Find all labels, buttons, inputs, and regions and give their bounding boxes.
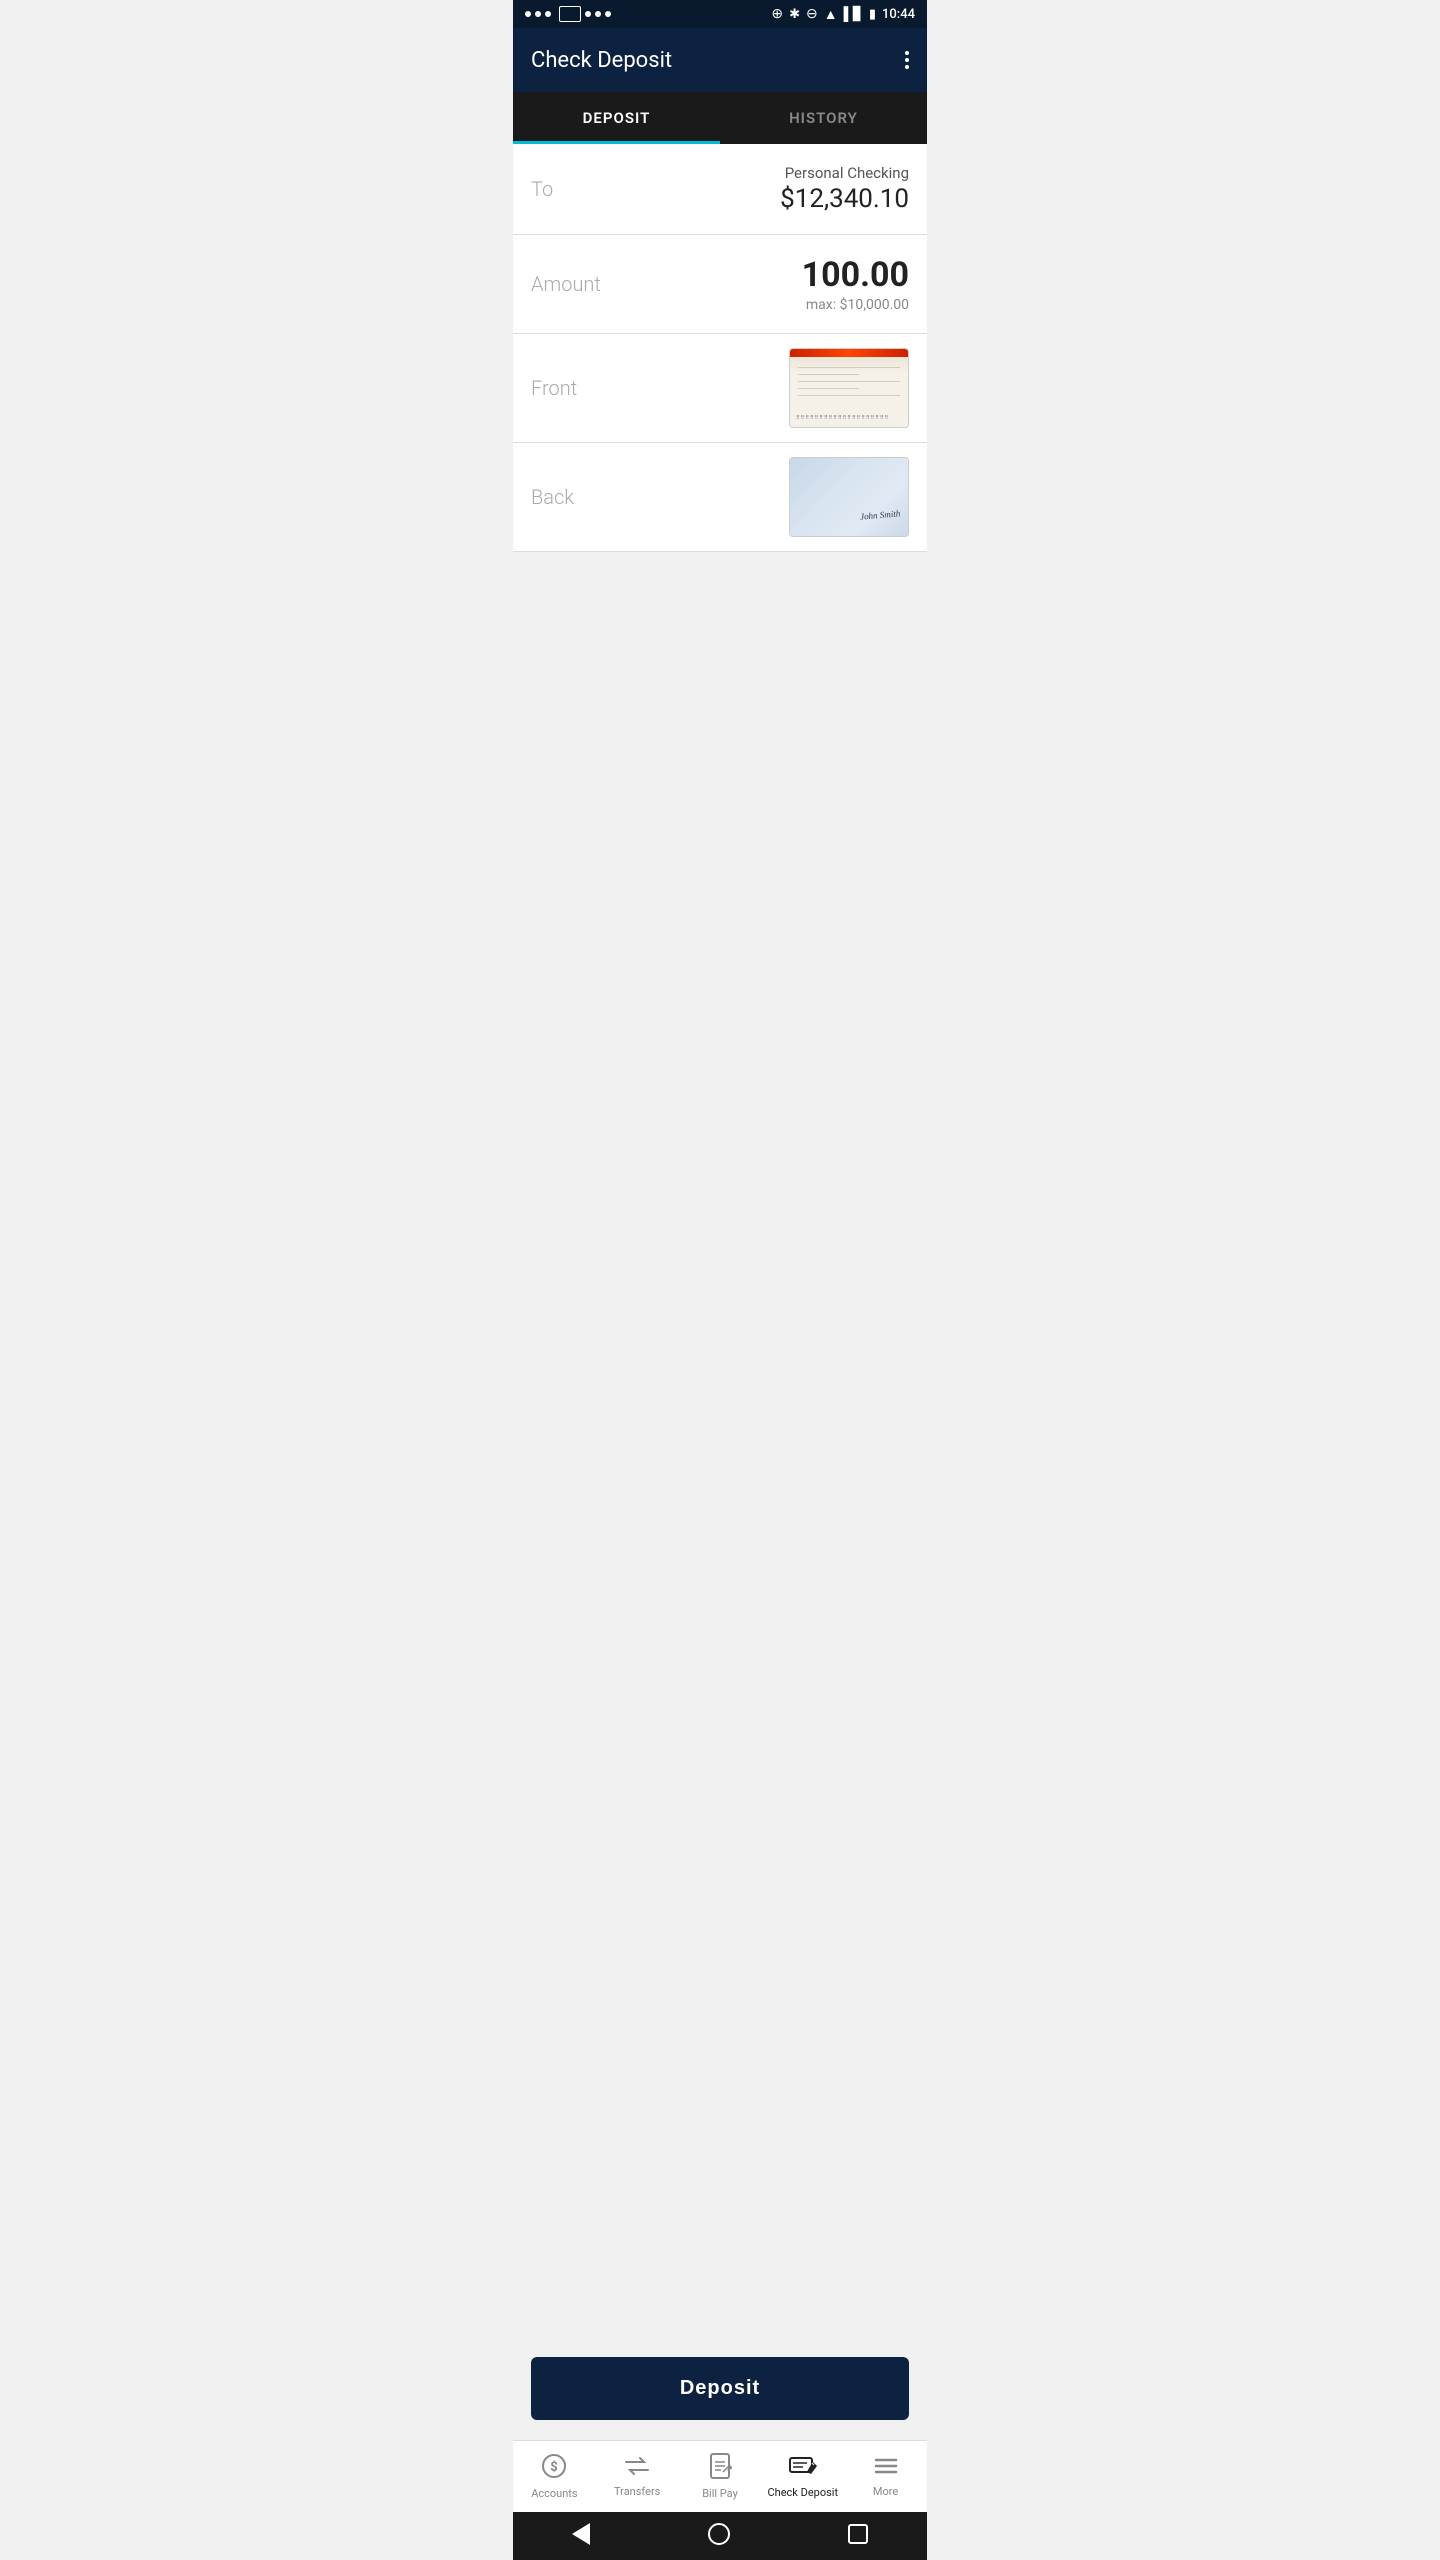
to-label: To (531, 177, 553, 201)
check-line-1 (798, 367, 900, 368)
content-spacer (513, 552, 927, 2337)
back-check-thumbnail: John Smith (789, 457, 909, 537)
nav-item-more[interactable]: More (844, 2441, 927, 2512)
nav-item-transfers[interactable]: Transfers (596, 2441, 679, 2512)
check-signature: John Smith (859, 508, 900, 521)
checkdeposit-label: Check Deposit (768, 2486, 839, 2499)
signal-dot-1 (525, 11, 531, 17)
clock: 10:44 (882, 7, 915, 22)
tab-deposit[interactable]: DEPOSIT (513, 92, 720, 144)
back-icon (572, 2523, 590, 2545)
check-front-image: ⠿⠿⠿⠿⠿⠿⠿⠿⠿⠿⠿⠿⠿⠿⠿⠿⠿⠿⠿⠿ (790, 349, 908, 427)
overflow-menu-button[interactable] (905, 51, 909, 69)
recents-button[interactable] (840, 2516, 876, 2557)
front-label: Front (531, 376, 577, 400)
status-right: ⊕ ✱ ⊖ ▲ ▌▊ ▮ 10:44 (771, 6, 915, 23)
home-icon (708, 2523, 730, 2545)
content-area: To Personal Checking $12,340.10 Amount 1… (513, 144, 927, 2440)
check-line-3 (798, 381, 900, 382)
billpay-label: Bill Pay (702, 2487, 738, 2500)
signal-icon: ▌▊ (844, 6, 863, 22)
to-row[interactable]: To Personal Checking $12,340.10 (513, 144, 927, 235)
wifi-icon: ▲ (824, 6, 838, 23)
back-label: Back (531, 485, 574, 509)
accounts-label: Accounts (531, 2487, 577, 2500)
back-row[interactable]: Back John Smith (513, 443, 927, 552)
signal-dot-5 (595, 11, 601, 17)
bluetooth-icon: ✱ (789, 7, 800, 22)
dot-1 (905, 51, 909, 55)
amount-value-container: 100.00 max: $10,000.00 (802, 255, 909, 313)
check-line-4 (798, 388, 859, 389)
minus-icon: ⊖ (806, 6, 818, 22)
transfers-label: Transfers (614, 2485, 660, 2498)
page-title: Check Deposit (531, 48, 672, 73)
signal-dot-4 (585, 11, 591, 17)
tab-bar: DEPOSIT HISTORY (513, 92, 927, 144)
billpay-icon (708, 2453, 732, 2483)
system-nav (513, 2512, 927, 2560)
nav-item-accounts[interactable]: $ Accounts (513, 2441, 596, 2512)
account-balance: $12,340.10 (780, 184, 909, 214)
battery-icon: ▮ (869, 7, 876, 22)
accounts-icon: $ (541, 2453, 567, 2483)
amount-value: 100.00 (802, 255, 909, 295)
back-button[interactable] (564, 2515, 598, 2558)
check-line-5 (798, 395, 900, 396)
amount-label: Amount (531, 272, 601, 296)
signal-dot-6 (605, 11, 611, 17)
app-header: Check Deposit (513, 28, 927, 92)
signal-dot-2 (535, 11, 541, 17)
tab-history[interactable]: HISTORY (720, 92, 927, 144)
nav-item-billpay[interactable]: Bill Pay (679, 2441, 762, 2512)
transfers-icon (624, 2455, 650, 2481)
dot-2 (905, 58, 909, 62)
dot-3 (905, 65, 909, 69)
nav-item-checkdeposit[interactable]: Check Deposit (761, 2441, 844, 2512)
svg-text:$: $ (551, 2460, 558, 2475)
account-name: Personal Checking (780, 164, 909, 182)
front-row[interactable]: Front ⠿⠿⠿⠿⠿⠿⠿⠿⠿⠿⠿⠿⠿⠿⠿⠿⠿⠿⠿⠿ (513, 334, 927, 443)
signal-dot-3 (545, 11, 551, 17)
amount-max: max: $10,000.00 (802, 297, 909, 313)
check-line-2 (798, 374, 859, 375)
status-icon-plus: ⊕ (771, 6, 783, 22)
image-icon (559, 6, 581, 22)
check-front-micr: ⠿⠿⠿⠿⠿⠿⠿⠿⠿⠿⠿⠿⠿⠿⠿⠿⠿⠿⠿⠿ (796, 415, 902, 421)
checkdeposit-icon (789, 2454, 817, 2482)
status-left (525, 6, 611, 22)
status-bar: ⊕ ✱ ⊖ ▲ ▌▊ ▮ 10:44 (513, 0, 927, 28)
check-front-lines (798, 367, 900, 409)
deposit-button-container: Deposit (513, 2337, 927, 2440)
check-back-image: John Smith (790, 458, 908, 536)
more-icon (873, 2455, 899, 2481)
deposit-button[interactable]: Deposit (531, 2357, 909, 2420)
amount-row[interactable]: Amount 100.00 max: $10,000.00 (513, 235, 927, 334)
front-check-thumbnail: ⠿⠿⠿⠿⠿⠿⠿⠿⠿⠿⠿⠿⠿⠿⠿⠿⠿⠿⠿⠿ (789, 348, 909, 428)
bottom-nav: $ Accounts Transfers (513, 2440, 927, 2512)
home-button[interactable] (700, 2515, 738, 2558)
recents-icon (848, 2524, 868, 2544)
to-value: Personal Checking $12,340.10 (780, 164, 909, 214)
more-label: More (873, 2485, 898, 2498)
